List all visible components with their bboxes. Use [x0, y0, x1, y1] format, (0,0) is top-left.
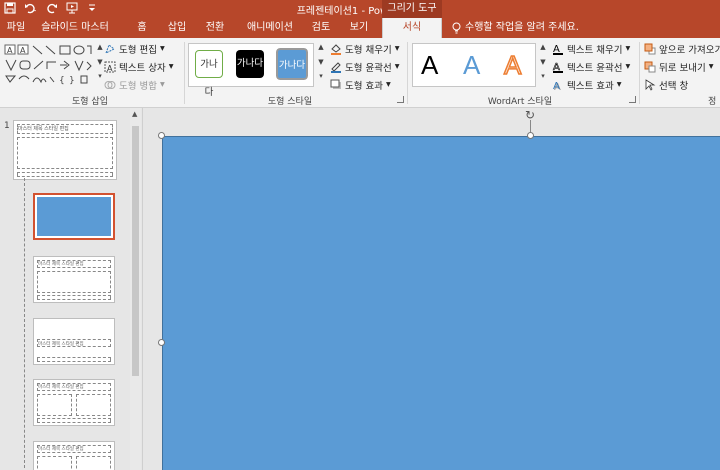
title-bar: 프레젠테이션1 - PowerPoint 그리기 도구	[0, 0, 720, 18]
tab-home[interactable]: 홈	[130, 18, 154, 38]
wordart-more-icon[interactable]: ▾	[538, 72, 548, 80]
rotate-handle-icon[interactable]: ↻	[523, 108, 537, 122]
tab-insert[interactable]: 삽입	[162, 18, 192, 38]
resize-handle-top-left[interactable]	[158, 132, 165, 139]
dropdown-arrow-icon: ▾	[616, 79, 622, 90]
edit-shape-button[interactable]: 도형 편집 ▾	[104, 41, 165, 56]
resize-handle-middle-left[interactable]	[158, 339, 165, 346]
layout-thumbnail[interactable]: 마스터 제목 스타일 편집	[33, 318, 115, 365]
dropdown-arrow-icon: ▾	[625, 61, 631, 72]
tab-animations[interactable]: 애니메이션	[240, 18, 300, 38]
dropdown-arrow-icon: ▾	[159, 43, 165, 54]
styles-more-icon[interactable]: ▾	[316, 72, 326, 80]
text-fill-button[interactable]: A 텍스트 채우기 ▾	[552, 41, 630, 56]
dropdown-arrow-icon: ▾	[394, 61, 400, 72]
svg-text:A: A	[20, 46, 26, 55]
shape-style-outline-sample[interactable]: 가나다	[195, 50, 223, 98]
selection-pane-button[interactable]: 선택 창	[644, 77, 688, 92]
text-box-button[interactable]: A 텍스트 상자 ▾	[104, 59, 174, 74]
svg-text:A: A	[7, 46, 13, 55]
wordart-styles-group-label: WordArt 스타일	[487, 97, 553, 107]
slide-number: 1	[4, 121, 10, 131]
text-effects-icon: AA	[552, 79, 564, 93]
dropdown-arrow-icon: ▾	[708, 61, 714, 72]
edit-shape-icon	[104, 43, 116, 55]
dropdown-arrow-icon: ▾	[159, 79, 165, 90]
blue-rectangle-preview	[37, 197, 111, 236]
wordart-blue-sample[interactable]: A	[463, 50, 480, 81]
tab-file[interactable]: 파일	[2, 18, 30, 38]
shape-style-black-sample[interactable]: 가나다	[236, 50, 264, 78]
resize-handle-top-center[interactable]	[527, 132, 534, 139]
scrollbar-thumb[interactable]	[132, 126, 139, 376]
text-box-icon: A	[104, 61, 116, 73]
shape-outline-button[interactable]: 도형 윤곽선 ▾	[330, 59, 400, 74]
wordart-black-sample[interactable]: A	[421, 50, 438, 81]
wordart-styles-launcher-icon[interactable]	[629, 96, 636, 103]
svg-text:{: {	[59, 76, 65, 86]
shape-fill-button[interactable]: 도형 채우기 ▾	[330, 41, 400, 56]
ribbon-tabs: 파일 슬라이드 마스터 홈 삽입 전환 애니메이션 검토 보기 서식 수행할 작…	[0, 18, 720, 38]
shapes-gallery[interactable]: A A { }	[3, 42, 95, 86]
selection-pane-icon	[644, 78, 656, 91]
styles-scroll-down-icon[interactable]: ▼	[316, 58, 326, 66]
wordart-scroll-down-icon[interactable]: ▼	[538, 58, 548, 66]
slides-pane: 1 마스터 제목 스타일 편집 마스터 제목 스타일 편집 마스터 제목 스타일…	[0, 108, 143, 470]
text-outline-button[interactable]: A 텍스트 윤곽선 ▾	[552, 59, 631, 74]
window-title: 프레젠테이션1 - PowerPoint	[296, 6, 424, 17]
selected-rectangle-shape[interactable]	[162, 136, 720, 470]
bring-forward-button[interactable]: 앞으로 가져오기	[644, 41, 720, 56]
slides-pane-scrollbar[interactable]: ▲	[130, 108, 141, 470]
paint-bucket-icon	[330, 43, 342, 55]
text-fill-icon: A	[552, 43, 564, 55]
styles-scroll-up-icon[interactable]: ▲	[316, 43, 326, 51]
text-outline-icon: A	[552, 61, 564, 73]
shape-styles-group-label: 도형 스타일	[267, 97, 313, 107]
svg-text:A: A	[107, 64, 113, 73]
group-divider	[639, 42, 640, 104]
slide-editor: ↻	[144, 108, 720, 470]
selected-layout-thumbnail[interactable]	[33, 193, 115, 240]
group-divider	[407, 42, 408, 104]
send-backward-icon	[644, 61, 656, 73]
shape-styles-launcher-icon[interactable]	[397, 96, 404, 103]
dropdown-arrow-icon: ▾	[394, 43, 400, 54]
scroll-up-icon[interactable]: ▲	[132, 110, 137, 118]
insert-shapes-group-label: 도형 삽입	[72, 97, 108, 107]
wordart-scroll-up-icon[interactable]: ▲	[538, 43, 548, 51]
tab-view[interactable]: 보기	[344, 18, 374, 38]
tell-me-box[interactable]: 수행할 작업을 알려 주세요.	[452, 18, 579, 38]
drawing-tools-context-label: 그리기 도구	[382, 0, 442, 18]
layout-group-connector	[24, 178, 25, 468]
shape-effects-icon	[330, 79, 342, 91]
master-slide-thumbnail[interactable]: 마스터 제목 스타일 편집	[13, 120, 117, 180]
tab-format[interactable]: 서식	[382, 18, 442, 38]
shape-style-blue-sample[interactable]: 가나다	[275, 47, 309, 81]
lightbulb-icon	[452, 22, 461, 34]
merge-shapes-button[interactable]: 도형 병합 ▾	[104, 77, 165, 92]
dropdown-arrow-icon: ▾	[168, 61, 174, 72]
tell-me-text: 수행할 작업을 알려 주세요.	[465, 22, 579, 33]
group-divider	[184, 42, 185, 104]
layout-thumbnail[interactable]: 마스터 제목 스타일 편집	[33, 379, 115, 426]
pen-outline-icon	[330, 61, 342, 73]
text-effects-button[interactable]: AA 텍스트 효과 ▾	[552, 77, 622, 93]
layout-thumbnail[interactable]: 마스터 제목 스타일 편집	[33, 441, 115, 470]
tab-transitions[interactable]: 전환	[200, 18, 230, 38]
send-backward-button[interactable]: 뒤로 보내기 ▾	[644, 59, 714, 74]
ribbon: A A { } ▲ ▼ ▾ 도형 편집 ▾ A 텍스트 상자 ▾ 도형 병합 ▾…	[0, 38, 720, 108]
tab-review[interactable]: 검토	[306, 18, 336, 38]
bring-forward-icon	[644, 43, 656, 55]
merge-shapes-icon	[104, 79, 116, 91]
shape-effects-button[interactable]: 도형 효과 ▾	[330, 77, 391, 92]
wordart-orange-outline-sample[interactable]: A	[503, 49, 522, 81]
svg-text:}: }	[69, 76, 75, 86]
tab-slide-master[interactable]: 슬라이드 마스터	[32, 18, 118, 38]
layout-thumbnail[interactable]: 마스터 제목 스타일 편집	[33, 256, 115, 303]
arrange-group-label: 정	[708, 97, 717, 107]
dropdown-arrow-icon: ▾	[625, 43, 631, 54]
dropdown-arrow-icon: ▾	[385, 79, 391, 90]
svg-text:A: A	[553, 81, 560, 91]
